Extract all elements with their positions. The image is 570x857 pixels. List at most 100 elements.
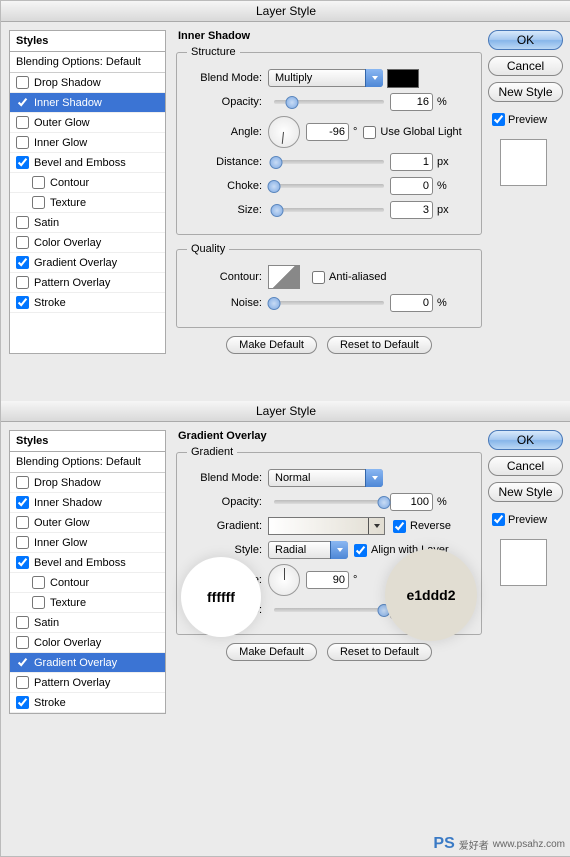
styles-header[interactable]: Styles xyxy=(10,31,165,52)
angle-input[interactable] xyxy=(306,571,349,589)
panel-title: Inner Shadow xyxy=(178,30,482,42)
choke-input[interactable] xyxy=(390,177,433,195)
layer-style-dialog-2: Layer Style Styles Blending Options: Def… xyxy=(1,401,570,856)
style-item[interactable]: Inner Shadow xyxy=(10,93,165,113)
style-item-checkbox[interactable] xyxy=(16,616,29,629)
use-global-light-checkbox[interactable] xyxy=(363,126,376,139)
opacity-unit: % xyxy=(437,96,447,108)
new-style-button[interactable]: New Style xyxy=(488,482,563,502)
anti-aliased-checkbox[interactable] xyxy=(312,271,325,284)
ok-button[interactable]: OK xyxy=(488,30,563,50)
style-item[interactable]: Gradient Overlay xyxy=(10,653,165,673)
preview-swatch xyxy=(500,539,547,586)
opacity-input[interactable] xyxy=(390,493,433,511)
style-item[interactable]: Inner Shadow xyxy=(10,493,165,513)
new-style-button[interactable]: New Style xyxy=(488,82,563,102)
style-item-checkbox[interactable] xyxy=(16,96,29,109)
style-item-checkbox[interactable] xyxy=(32,596,45,609)
blend-mode-select[interactable]: Multiply xyxy=(268,69,383,87)
distance-slider[interactable] xyxy=(274,160,384,164)
style-item[interactable]: Inner Glow xyxy=(10,533,165,553)
style-select[interactable]: Radial xyxy=(268,541,348,559)
gradient-label: Gradient: xyxy=(187,520,262,532)
gradient-bar[interactable] xyxy=(268,517,385,535)
style-item-checkbox[interactable] xyxy=(16,516,29,529)
style-item-checkbox[interactable] xyxy=(16,256,29,269)
style-item-label: Color Overlay xyxy=(34,637,101,649)
cancel-button[interactable]: Cancel xyxy=(488,456,563,476)
style-item[interactable]: Outer Glow xyxy=(10,113,165,133)
color-swatch[interactable] xyxy=(387,69,419,88)
style-item[interactable]: Outer Glow xyxy=(10,513,165,533)
cancel-button[interactable]: Cancel xyxy=(488,56,563,76)
reset-default-button[interactable]: Reset to Default xyxy=(327,643,432,661)
style-item-checkbox[interactable] xyxy=(16,696,29,709)
blend-mode-select[interactable]: Normal xyxy=(268,469,383,487)
style-item-checkbox[interactable] xyxy=(16,496,29,509)
style-item[interactable]: Pattern Overlay xyxy=(10,673,165,693)
opacity-slider[interactable] xyxy=(274,100,384,104)
angle-input[interactable] xyxy=(306,123,349,141)
ok-button[interactable]: OK xyxy=(488,430,563,450)
style-item[interactable]: Bevel and Emboss xyxy=(10,553,165,573)
choke-slider[interactable] xyxy=(274,184,384,188)
angle-dial[interactable] xyxy=(268,116,300,148)
style-item[interactable]: Texture xyxy=(10,593,165,613)
style-item-checkbox[interactable] xyxy=(16,676,29,689)
distance-input[interactable] xyxy=(390,153,433,171)
style-item-label: Texture xyxy=(50,597,86,609)
style-item[interactable]: Bevel and Emboss xyxy=(10,153,165,173)
opacity-slider[interactable] xyxy=(274,500,384,504)
contour-swatch[interactable] xyxy=(268,265,300,289)
preview-checkbox[interactable] xyxy=(492,113,505,126)
style-item-checkbox[interactable] xyxy=(16,296,29,309)
style-item[interactable]: Inner Glow xyxy=(10,133,165,153)
style-item-checkbox[interactable] xyxy=(16,216,29,229)
style-item[interactable]: Drop Shadow xyxy=(10,473,165,493)
style-item[interactable]: Contour xyxy=(10,173,165,193)
style-item-checkbox[interactable] xyxy=(16,136,29,149)
style-item-checkbox[interactable] xyxy=(16,476,29,489)
style-item-checkbox[interactable] xyxy=(16,236,29,249)
align-checkbox[interactable] xyxy=(354,544,367,557)
style-item-checkbox[interactable] xyxy=(16,276,29,289)
style-item[interactable]: Drop Shadow xyxy=(10,73,165,93)
style-item[interactable]: Satin xyxy=(10,613,165,633)
make-default-button[interactable]: Make Default xyxy=(226,336,317,354)
style-item[interactable]: Satin xyxy=(10,213,165,233)
style-item-checkbox[interactable] xyxy=(16,556,29,569)
style-item[interactable]: Stroke xyxy=(10,693,165,713)
style-item[interactable]: Gradient Overlay xyxy=(10,253,165,273)
angle-dial[interactable] xyxy=(268,564,300,596)
style-item-checkbox[interactable] xyxy=(32,176,45,189)
make-default-button[interactable]: Make Default xyxy=(226,643,317,661)
style-item[interactable]: Color Overlay xyxy=(10,633,165,653)
style-item-checkbox[interactable] xyxy=(16,156,29,169)
style-item-checkbox[interactable] xyxy=(32,576,45,589)
blending-options[interactable]: Blending Options: Default xyxy=(10,452,165,473)
opacity-input[interactable] xyxy=(390,93,433,111)
size-input[interactable] xyxy=(390,201,433,219)
style-item-checkbox[interactable] xyxy=(16,536,29,549)
style-item[interactable]: Pattern Overlay xyxy=(10,273,165,293)
style-item-checkbox[interactable] xyxy=(32,196,45,209)
style-item[interactable]: Color Overlay xyxy=(10,233,165,253)
size-slider[interactable] xyxy=(274,208,384,212)
noise-input[interactable] xyxy=(390,294,433,312)
style-item[interactable]: Contour xyxy=(10,573,165,593)
blending-options[interactable]: Blending Options: Default xyxy=(10,52,165,73)
preview-checkbox[interactable] xyxy=(492,513,505,526)
reverse-checkbox[interactable] xyxy=(393,520,406,533)
style-item-checkbox[interactable] xyxy=(16,76,29,89)
scale-slider[interactable] xyxy=(274,608,384,612)
styles-header[interactable]: Styles xyxy=(10,431,165,452)
style-item[interactable]: Stroke xyxy=(10,293,165,313)
style-item-checkbox[interactable] xyxy=(16,636,29,649)
style-item-checkbox[interactable] xyxy=(16,656,29,669)
noise-slider[interactable] xyxy=(274,301,384,305)
style-item[interactable]: Texture xyxy=(10,193,165,213)
chevron-down-icon[interactable] xyxy=(368,518,384,534)
style-item-label: Inner Glow xyxy=(34,537,87,549)
reset-default-button[interactable]: Reset to Default xyxy=(327,336,432,354)
style-item-checkbox[interactable] xyxy=(16,116,29,129)
